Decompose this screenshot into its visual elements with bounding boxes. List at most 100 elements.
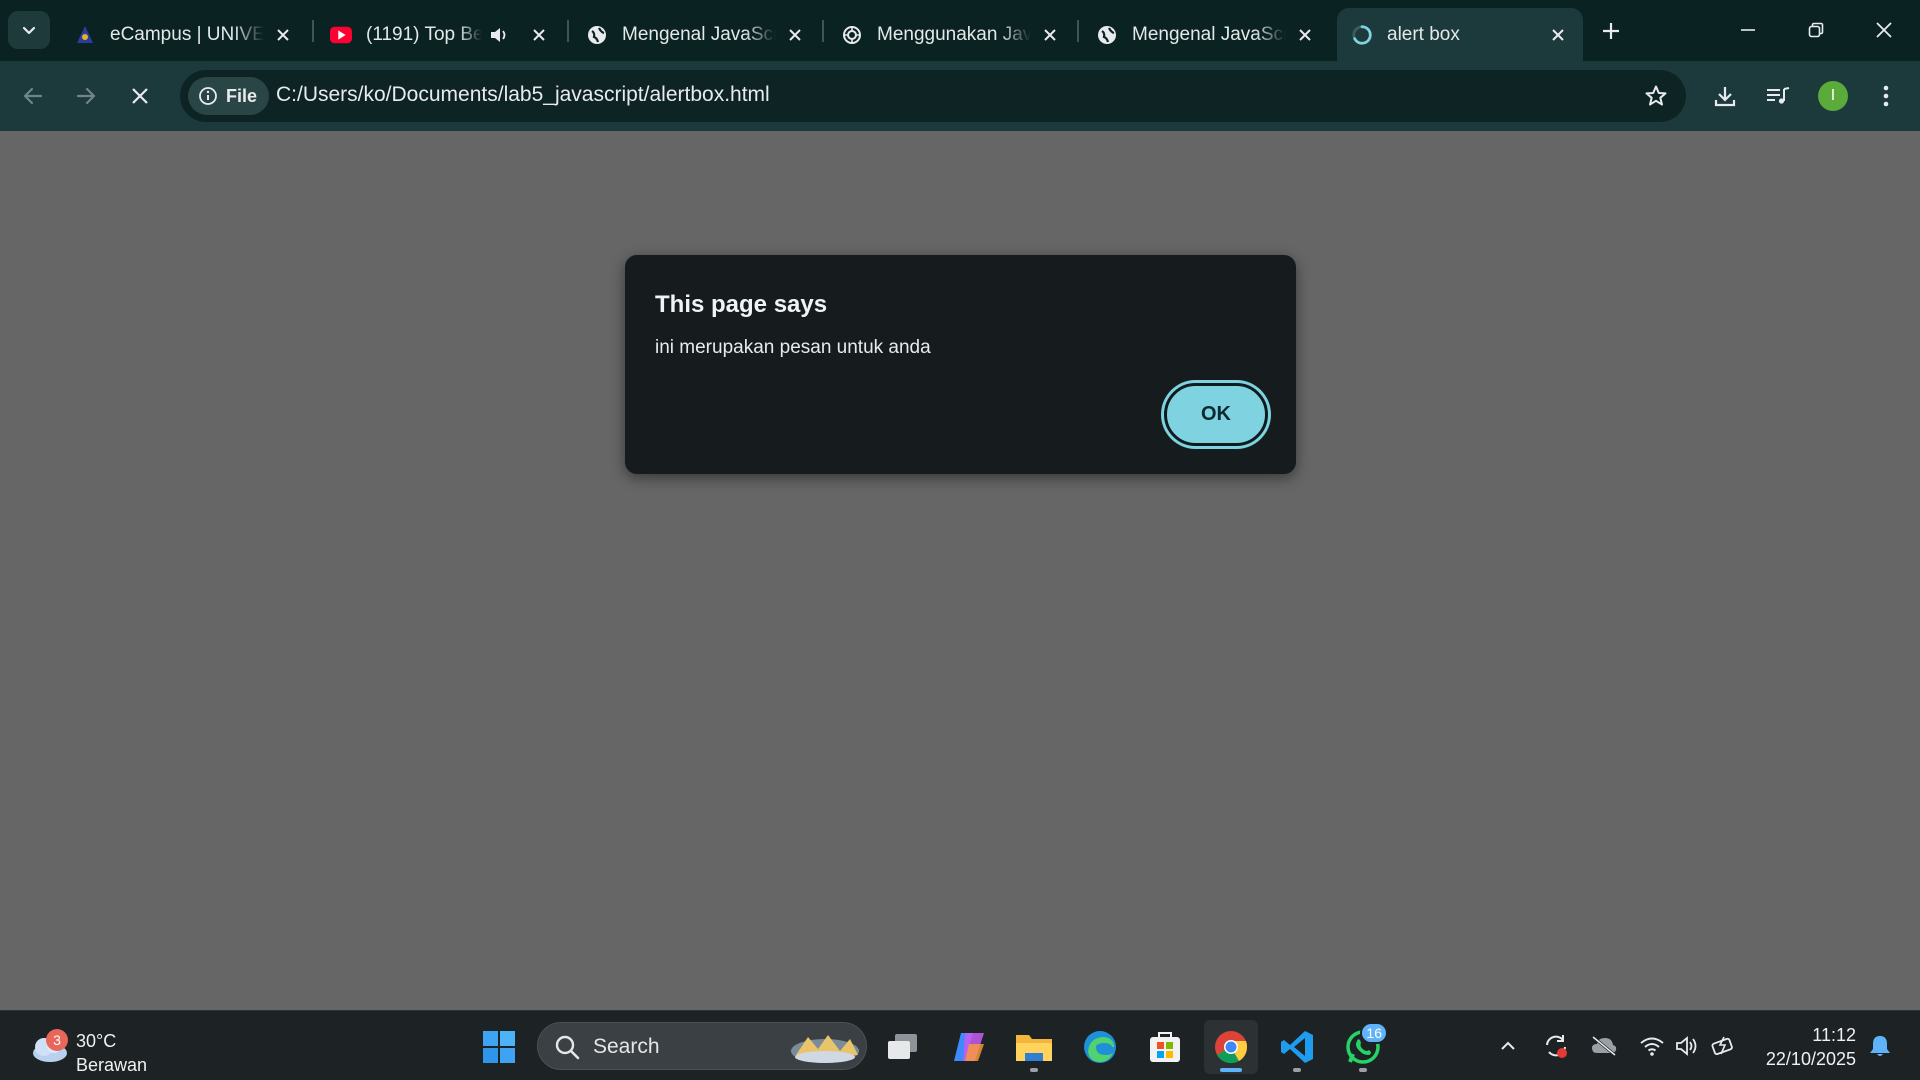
- university-logo-icon: [74, 24, 96, 46]
- taskbar: 3 30°C Berawan Search 16 11:12 22/10/202…: [0, 1010, 1920, 1080]
- search-icon: [555, 1035, 580, 1060]
- dialog-title: This page says: [655, 291, 828, 318]
- vscode-button[interactable]: [1270, 1020, 1324, 1074]
- minimize-icon: [1741, 29, 1755, 31]
- weather-condition: Berawan: [76, 1055, 148, 1075]
- battery-tray-icon[interactable]: [1706, 1028, 1742, 1064]
- speaker-icon[interactable]: [488, 24, 510, 46]
- chrome-button[interactable]: [1204, 1020, 1258, 1074]
- tab-strip: eCampus | UNIVER (1191) Top Bes Mengenal…: [0, 0, 1920, 61]
- close-icon[interactable]: [528, 24, 550, 46]
- copilot-icon: [954, 1033, 984, 1061]
- close-icon[interactable]: [784, 24, 806, 46]
- url-text[interactable]: C:/Users/ko/Documents/lab5_javascript/al…: [276, 83, 770, 107]
- close-icon[interactable]: [272, 24, 294, 46]
- task-view-button[interactable]: [876, 1020, 930, 1074]
- close-icon[interactable]: [1039, 24, 1061, 46]
- globe-icon: [586, 24, 608, 46]
- cloud-off-icon: [1592, 1035, 1617, 1057]
- running-indicator: [1359, 1068, 1367, 1072]
- running-indicator: [1293, 1068, 1301, 1072]
- battery-charging-icon: [1711, 1036, 1733, 1056]
- file-explorer-button[interactable]: [1007, 1020, 1061, 1074]
- tab-youtube[interactable]: (1191) Top Bes: [316, 8, 564, 61]
- dialog-message: ini merupakan pesan untuk anda: [655, 337, 931, 358]
- volume-icon: [1676, 1036, 1697, 1056]
- clock-date: 22/10/2025: [1765, 1049, 1856, 1069]
- store-button[interactable]: [1138, 1020, 1192, 1074]
- edge-icon: [1084, 1031, 1116, 1063]
- bookmark-star-icon[interactable]: [1642, 82, 1670, 110]
- windows-logo-icon: [483, 1031, 515, 1063]
- chevron-up-icon: [1501, 1041, 1515, 1050]
- tab-divider: [822, 20, 824, 42]
- volume-tray-icon[interactable]: [1670, 1028, 1706, 1064]
- arrow-right-icon: [76, 87, 96, 105]
- close-window-button[interactable]: [1854, 8, 1914, 52]
- weather-widget[interactable]: 3 30°C Berawan: [26, 1021, 176, 1075]
- back-button[interactable]: [12, 75, 54, 117]
- chevron-down-icon: [22, 26, 36, 35]
- start-button[interactable]: [472, 1020, 526, 1074]
- media-queue-icon: [1767, 87, 1790, 104]
- browser-toolbar: File C:/Users/ko/Documents/lab5_javascri…: [0, 61, 1920, 131]
- sync-alert-icon: [1546, 1035, 1567, 1058]
- search-highlight-icon: [791, 1035, 859, 1063]
- browser-menu-button[interactable]: [1868, 78, 1904, 114]
- close-icon[interactable]: [1294, 24, 1316, 46]
- taskbar-search[interactable]: Search: [537, 1022, 867, 1070]
- minimize-button[interactable]: [1718, 8, 1778, 52]
- media-control-button[interactable]: [1760, 78, 1796, 114]
- tab-mengenal-javascript-1[interactable]: Mengenal JavaScri: [572, 8, 820, 61]
- more-vertical-icon: [1883, 85, 1889, 107]
- tab-alert-box[interactable]: alert box: [1337, 8, 1583, 61]
- plus-icon: [1603, 23, 1619, 39]
- tab-divider: [567, 20, 569, 42]
- address-bar[interactable]: File C:/Users/ko/Documents/lab5_javascri…: [180, 70, 1686, 122]
- youtube-icon: [330, 24, 352, 46]
- notification-badge: 16: [1360, 1022, 1388, 1044]
- vscode-icon: [1281, 1031, 1313, 1063]
- onedrive-tray-icon[interactable]: [1586, 1028, 1622, 1064]
- store-icon: [1150, 1032, 1180, 1062]
- site-info-chip[interactable]: File: [188, 77, 270, 115]
- close-icon: [132, 88, 148, 104]
- active-indicator: [1220, 1068, 1242, 1072]
- chrome-icon: [1215, 1031, 1248, 1064]
- show-hidden-icons-button[interactable]: [1490, 1028, 1526, 1064]
- tab-ecampus[interactable]: eCampus | UNIVER: [60, 8, 308, 61]
- edge-button[interactable]: [1073, 1020, 1127, 1074]
- search-placeholder: Search: [593, 1035, 660, 1058]
- task-view-icon: [888, 1034, 917, 1059]
- profile-avatar[interactable]: I: [1818, 81, 1848, 111]
- weather-temperature: 30°C: [76, 1031, 117, 1051]
- restore-button[interactable]: [1786, 8, 1846, 52]
- copilot-button[interactable]: [942, 1020, 996, 1074]
- new-tab-button[interactable]: [1593, 14, 1629, 48]
- sync-tray-icon[interactable]: [1538, 1028, 1574, 1064]
- forward-button[interactable]: [65, 75, 107, 117]
- download-icon: [1714, 87, 1736, 107]
- wifi-icon: [1640, 1037, 1664, 1056]
- weather-badge: 3: [46, 1029, 68, 1051]
- tab-divider: [1077, 20, 1079, 42]
- restore-icon: [1808, 22, 1824, 38]
- system-clock[interactable]: 11:12 22/10/2025: [1756, 1023, 1856, 1071]
- stop-loading-button[interactable]: [119, 75, 161, 117]
- downloads-button[interactable]: [1707, 78, 1743, 114]
- clock-time: 11:12: [1812, 1025, 1856, 1045]
- tab-search-button[interactable]: [8, 11, 50, 49]
- tab-title: (1191) Top Bes: [366, 23, 482, 45]
- tab-title: alert box: [1387, 23, 1460, 45]
- tab-mengenal-javascript-2[interactable]: Mengenal JavaScri: [1082, 8, 1330, 61]
- whatsapp-button[interactable]: 16: [1336, 1020, 1390, 1074]
- wifi-tray-icon[interactable]: [1634, 1028, 1670, 1064]
- chatgpt-icon: [841, 24, 863, 46]
- notifications-button[interactable]: [1862, 1028, 1898, 1064]
- ok-button[interactable]: OK: [1164, 383, 1268, 446]
- alert-dialog: This page says ini merupakan pesan untuk…: [625, 255, 1296, 474]
- tab-menggunakan-java[interactable]: Menggunakan Java: [827, 8, 1075, 61]
- close-icon[interactable]: [1547, 24, 1569, 46]
- bell-icon: [1870, 1036, 1890, 1056]
- tab-title: Mengenal JavaScri: [622, 23, 776, 45]
